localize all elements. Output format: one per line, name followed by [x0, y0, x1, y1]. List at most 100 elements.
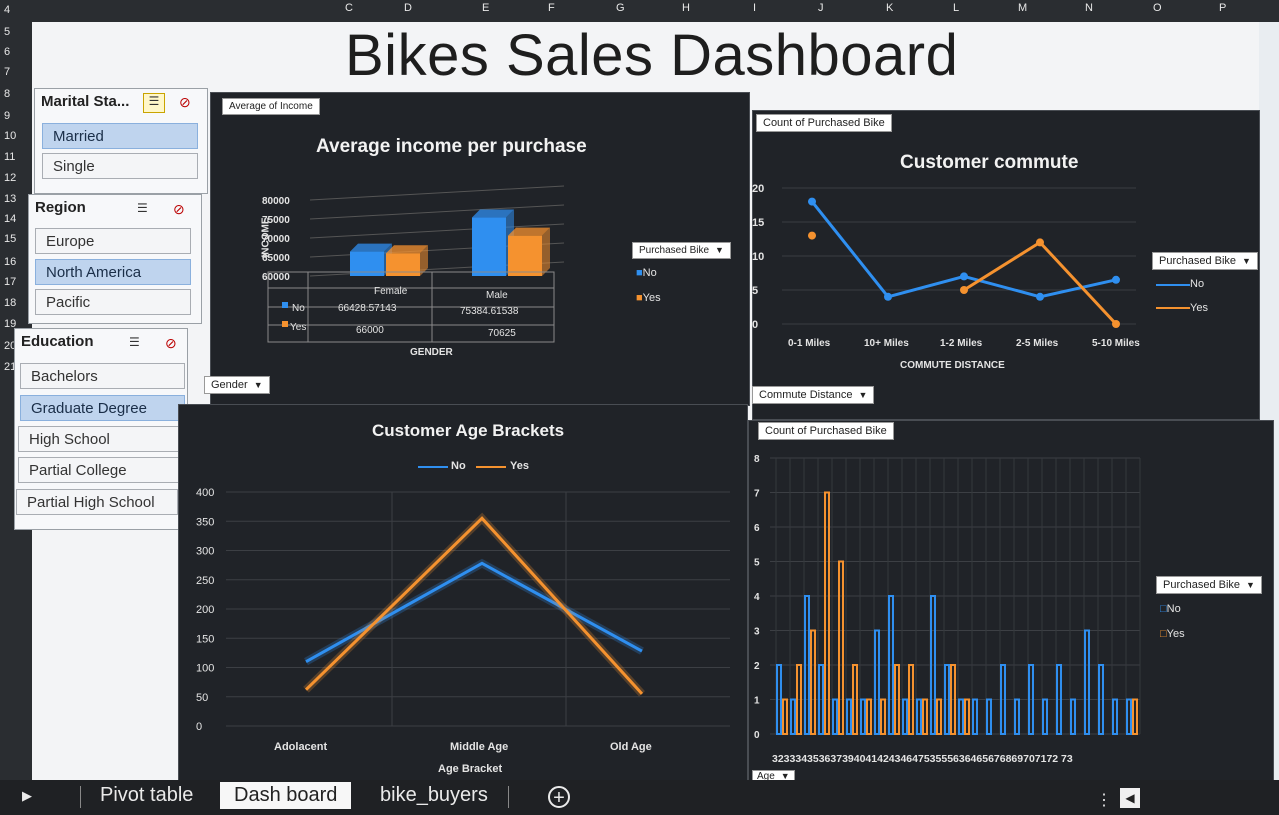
slicer-item-north-america[interactable]: North America — [35, 259, 191, 285]
bar-yes — [824, 491, 830, 735]
col-header-f[interactable]: F — [548, 2, 555, 14]
row-header[interactable]: 18 — [4, 297, 16, 309]
legend-key-yes: ■ — [636, 292, 643, 304]
bar-yes — [810, 629, 816, 735]
y-tick-label: 8 — [754, 454, 760, 465]
y-tick-label: 300 — [196, 546, 214, 558]
bar-yes — [782, 698, 788, 735]
legend-line-no — [1156, 284, 1190, 286]
multi-select-icon[interactable]: ☰ — [129, 335, 140, 349]
value-field-button[interactable]: Average of Income — [222, 98, 320, 115]
y-tick-label: 0 — [196, 721, 202, 733]
clear-filter-icon[interactable]: ⊘ — [173, 201, 185, 218]
y-tick-label: 15 — [752, 217, 764, 229]
col-header-g[interactable]: G — [616, 2, 625, 14]
multi-select-icon[interactable]: ☰ — [137, 201, 148, 215]
row-header[interactable]: 14 — [4, 213, 16, 225]
y-axis-title: INCOME — [260, 217, 272, 258]
row-header[interactable]: 11 — [4, 151, 15, 163]
slicer-item-high-school[interactable]: High School — [18, 426, 180, 452]
education-slicer[interactable]: Education ☰ ⊘ Bachelors Graduate Degree … — [14, 328, 188, 530]
data-label: 66428.57143 — [338, 303, 397, 314]
line-no — [305, 561, 643, 663]
slicer-item-single[interactable]: Single — [42, 153, 198, 179]
bar-no — [1042, 698, 1048, 735]
bar-no — [472, 217, 506, 276]
multi-select-icon[interactable]: ☰ — [143, 93, 165, 113]
col-header-i[interactable]: I — [753, 2, 756, 14]
col-header-j[interactable]: J — [818, 2, 824, 14]
bar-no — [902, 698, 908, 735]
marital-status-slicer[interactable]: Marital Sta... ☰ ⊘ Married Single — [34, 88, 208, 194]
col-header-k[interactable]: K — [886, 2, 893, 14]
row-header[interactable]: 15 — [4, 233, 16, 245]
col-header-e[interactable]: E — [482, 2, 489, 14]
legend-field-button[interactable]: Purchased Bike ▼ — [632, 242, 731, 259]
gridline — [309, 185, 565, 201]
slicer-item-bachelors[interactable]: Bachelors — [20, 363, 185, 389]
more-options-icon[interactable]: ⋮ — [1096, 790, 1112, 810]
legend-key-no — [282, 302, 288, 308]
y-tick-label: 400 — [196, 487, 214, 499]
row-header[interactable]: 16 — [4, 256, 16, 268]
income-chart-svg: 8000075000700006500060000 Female Male No… — [262, 185, 565, 358]
tab-bike-buyers[interactable]: bike_buyers — [366, 782, 502, 809]
dropdown-arrow-icon: ▼ — [715, 245, 724, 255]
sheet-tab-bar: ▶ Pivot table Dash board bike_buyers + ⋮… — [0, 780, 1279, 815]
y-tick-label: 2 — [754, 661, 760, 672]
clear-filter-icon[interactable]: ⊘ — [165, 335, 177, 352]
row-header[interactable]: 13 — [4, 193, 16, 205]
tab-pivot-table[interactable]: Pivot table — [86, 782, 207, 809]
slicer-item-graduate-degree[interactable]: Graduate Degree — [20, 395, 185, 421]
tab-dash-board[interactable]: Dash board — [220, 782, 352, 809]
row-header[interactable]: 12 — [4, 172, 16, 184]
col-header-p[interactable]: P — [1219, 2, 1226, 14]
add-sheet-icon[interactable]: + — [548, 786, 570, 808]
x-tick-label: 10+ Miles — [864, 338, 909, 349]
legend-field-button[interactable]: Purchased Bike ▼ — [1152, 252, 1258, 270]
region-slicer[interactable]: Region ☰ ⊘ Europe North America Pacific — [28, 194, 202, 324]
row-header[interactable]: 5 — [4, 26, 10, 38]
col-header-l[interactable]: L — [953, 2, 959, 14]
legend-field-button[interactable]: Purchased Bike ▼ — [1156, 576, 1262, 594]
row-header[interactable]: 10 — [4, 130, 16, 142]
row-header[interactable]: 7 — [4, 66, 10, 78]
slicer-header: Education — [21, 333, 94, 350]
legend-field-label: Purchased Bike — [1163, 579, 1241, 591]
col-header-n[interactable]: N — [1085, 2, 1093, 14]
y-tick-label: 4 — [754, 592, 760, 603]
row-header[interactable]: 17 — [4, 276, 16, 288]
slicer-item-europe[interactable]: Europe — [35, 228, 191, 254]
y-tick-label: 80000 — [262, 196, 290, 207]
legend-item-no: ■No — [636, 267, 657, 279]
row-header[interactable]: 8 — [4, 88, 10, 100]
gender-axis-button[interactable]: Gender ▼ — [204, 376, 270, 394]
slicer-item-pacific[interactable]: Pacific — [35, 289, 191, 315]
commute-distance-axis-button[interactable]: Commute Distance ▼ — [752, 386, 875, 404]
slicer-item-partial-high-school[interactable]: Partial High School — [16, 489, 178, 515]
col-header-m[interactable]: M — [1018, 2, 1027, 14]
col-header-h[interactable]: H — [682, 2, 690, 14]
legend-item-yes: □Yes — [1160, 628, 1185, 640]
scroll-left-icon[interactable]: ◀ — [1120, 788, 1140, 808]
col-header-o[interactable]: O — [1153, 2, 1162, 14]
col-header-d[interactable]: D — [404, 2, 412, 14]
bar-no — [986, 698, 992, 735]
bar-no — [972, 698, 978, 735]
y-tick-label: 3 — [754, 627, 760, 638]
point-no — [960, 272, 968, 281]
row-header[interactable]: 6 — [4, 46, 10, 58]
value-field-button[interactable]: Count of Purchased Bike — [758, 422, 894, 440]
value-field-button[interactable]: Count of Purchased Bike — [756, 114, 892, 132]
clear-filter-icon[interactable]: ⊘ — [179, 94, 191, 111]
col-header-c[interactable]: C — [345, 2, 353, 14]
bar-no — [832, 698, 838, 735]
point-no — [1112, 275, 1120, 284]
scroll-tabs-icon[interactable]: ▶ — [22, 788, 32, 804]
slicer-item-married[interactable]: Married — [42, 123, 198, 149]
x-tick-label: 1-2 Miles — [940, 338, 983, 349]
y-tick-label: 10 — [752, 251, 764, 263]
row-header[interactable]: 4 — [4, 4, 10, 16]
row-header[interactable]: 9 — [4, 110, 10, 122]
slicer-item-partial-college[interactable]: Partial College — [18, 457, 180, 483]
